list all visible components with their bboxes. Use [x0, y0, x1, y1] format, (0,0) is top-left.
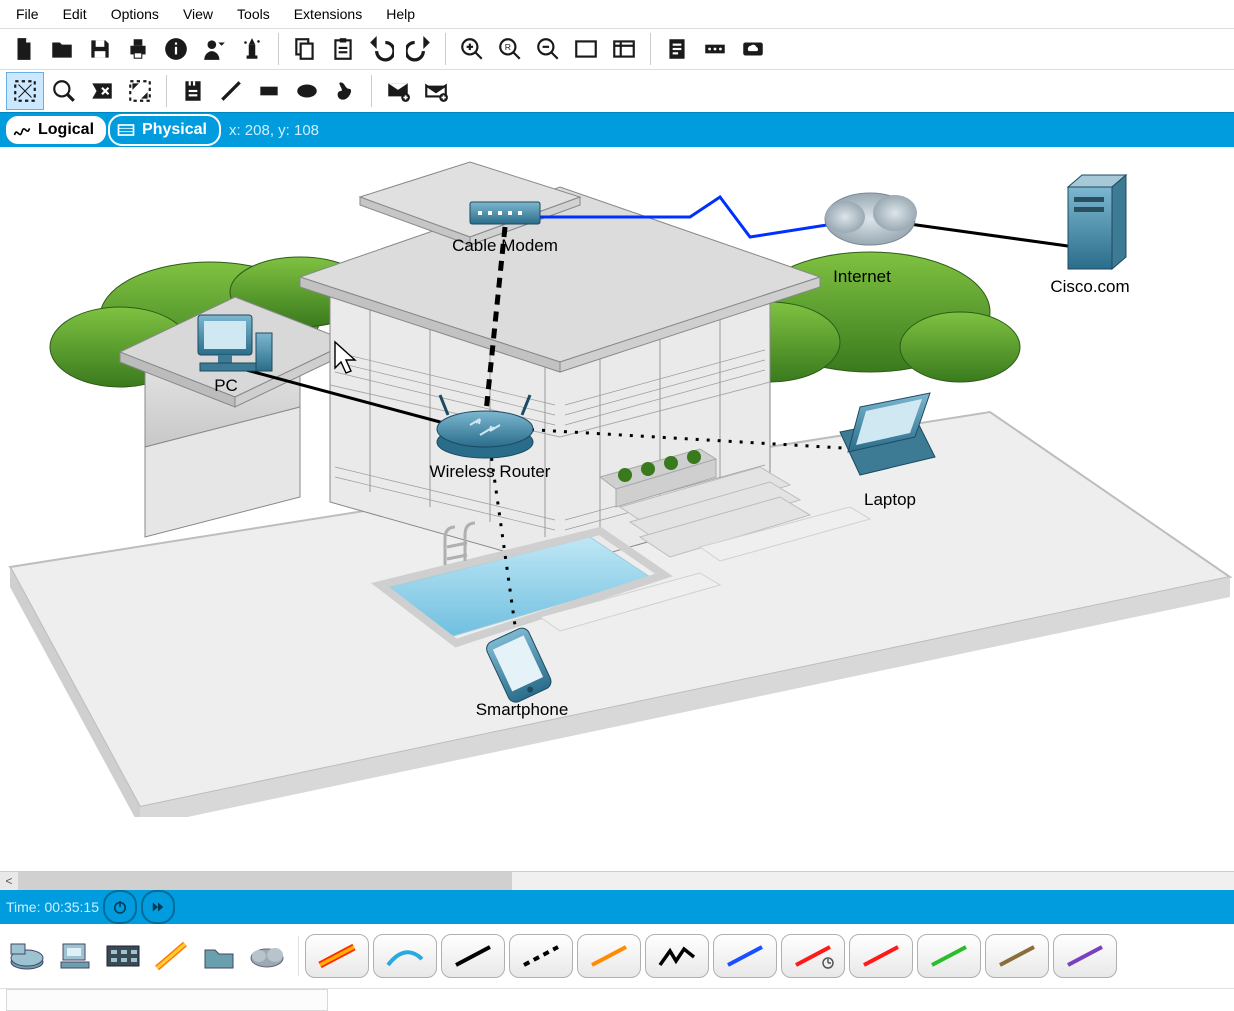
- menu-options[interactable]: Options: [101, 4, 169, 24]
- label-pc: PC: [214, 376, 238, 395]
- connection-copper-crossover[interactable]: [509, 934, 573, 978]
- connection-fiber[interactable]: [577, 934, 641, 978]
- menu-help[interactable]: Help: [376, 4, 425, 24]
- main-toolbar: R: [0, 28, 1234, 69]
- save-button[interactable]: [82, 31, 118, 67]
- draw-line-button[interactable]: [213, 73, 249, 109]
- device-palette: [0, 924, 1234, 988]
- physical-label: Physical: [142, 121, 207, 139]
- logical-view-tab[interactable]: Logical: [4, 114, 108, 146]
- zoom-reset-button[interactable]: R: [492, 31, 528, 67]
- connection-serial-dce[interactable]: [781, 934, 845, 978]
- secondary-toolbar: [0, 69, 1234, 112]
- menu-view[interactable]: View: [173, 4, 223, 24]
- time-label: Time:: [6, 899, 40, 915]
- category-misc[interactable]: [244, 936, 290, 976]
- label-laptop: Laptop: [864, 490, 916, 509]
- activity-info-button[interactable]: [158, 31, 194, 67]
- draw-freeform-button[interactable]: [327, 73, 363, 109]
- inspect-tool-button[interactable]: [46, 73, 82, 109]
- menu-bar: File Edit Options View Tools Extensions …: [0, 0, 1234, 28]
- topology-svg: Cable Modem Internet Cisco.com PC Wi: [0, 147, 1234, 817]
- connection-iot-custom[interactable]: [985, 934, 1049, 978]
- category-name-box: [6, 989, 328, 1011]
- view-bar: Logical Physical x: 208, y: 108: [0, 112, 1234, 147]
- notes-button[interactable]: [659, 31, 695, 67]
- logical-label: Logical: [38, 121, 94, 139]
- resize-tool-button[interactable]: [122, 73, 158, 109]
- paste-button[interactable]: [325, 31, 361, 67]
- menu-edit[interactable]: Edit: [53, 4, 97, 24]
- activity-wizard-button[interactable]: [234, 31, 270, 67]
- device-internet[interactable]: [825, 193, 917, 245]
- view-window-button[interactable]: [568, 31, 604, 67]
- new-file-button[interactable]: [6, 31, 42, 67]
- category-end-devices[interactable]: [52, 936, 98, 976]
- select-tool-button[interactable]: [6, 72, 44, 110]
- redo-button[interactable]: [401, 31, 437, 67]
- connection-types: [305, 934, 1230, 978]
- menu-file[interactable]: File: [6, 4, 49, 24]
- copy-button[interactable]: [287, 31, 323, 67]
- separator: [278, 33, 279, 65]
- separator: [445, 33, 446, 65]
- scroll-thumb[interactable]: [18, 872, 512, 890]
- category-network-devices[interactable]: [4, 936, 50, 976]
- label-wireless-router: Wireless Router: [430, 462, 551, 481]
- separator: [371, 75, 372, 107]
- scroll-left-arrow[interactable]: <: [0, 872, 19, 890]
- connection-usb[interactable]: [1053, 934, 1117, 978]
- label-smartphone: Smartphone: [476, 700, 569, 719]
- device-cisco-server[interactable]: [1068, 175, 1126, 269]
- physical-view-tab[interactable]: Physical: [108, 114, 221, 146]
- connection-serial-dte[interactable]: [849, 934, 913, 978]
- separator: [650, 33, 651, 65]
- connection-octal[interactable]: [917, 934, 981, 978]
- connection-copper-straight[interactable]: [441, 934, 505, 978]
- user-profile-button[interactable]: [196, 31, 232, 67]
- print-button[interactable]: [120, 31, 156, 67]
- undo-button[interactable]: [363, 31, 399, 67]
- zoom-out-button[interactable]: [530, 31, 566, 67]
- place-note-button[interactable]: [175, 73, 211, 109]
- view-structured-button[interactable]: [606, 31, 642, 67]
- connection-phone[interactable]: [645, 934, 709, 978]
- connection-coaxial[interactable]: [713, 934, 777, 978]
- add-simple-pdu-button[interactable]: [380, 73, 416, 109]
- logical-icon: [12, 120, 32, 140]
- time-bar: Time: 00:35:15: [0, 890, 1234, 924]
- time-value: 00:35:15: [44, 899, 99, 915]
- coordinates-readout: x: 208, y: 108: [229, 122, 319, 139]
- label-cisco: Cisco.com: [1050, 277, 1129, 296]
- open-button[interactable]: [44, 31, 80, 67]
- label-internet: Internet: [833, 267, 891, 286]
- category-components[interactable]: [100, 936, 146, 976]
- cloud-button[interactable]: [735, 31, 771, 67]
- connection-automatic[interactable]: [305, 934, 369, 978]
- device-cable-modem[interactable]: [470, 202, 540, 224]
- separator: [166, 75, 167, 107]
- connection-console[interactable]: [373, 934, 437, 978]
- menu-tools[interactable]: Tools: [227, 4, 280, 24]
- svg-text:R: R: [505, 42, 511, 52]
- draw-rect-button[interactable]: [251, 73, 287, 109]
- label-cable-modem: Cable Modem: [452, 236, 558, 255]
- device-categories: [4, 936, 299, 976]
- delete-tool-button[interactable]: [84, 73, 120, 109]
- zoom-in-button[interactable]: [454, 31, 490, 67]
- power-cycle-button[interactable]: [103, 890, 137, 924]
- add-complex-pdu-button[interactable]: [418, 73, 454, 109]
- network-controller-button[interactable]: [697, 31, 733, 67]
- fast-forward-button[interactable]: [141, 890, 175, 924]
- horizontal-scrollbar[interactable]: <: [0, 871, 1234, 890]
- draw-ellipse-button[interactable]: [289, 73, 325, 109]
- menu-extensions[interactable]: Extensions: [284, 4, 372, 24]
- category-multiuser[interactable]: [196, 936, 242, 976]
- workspace-canvas[interactable]: Cable Modem Internet Cisco.com PC Wi: [0, 147, 1234, 871]
- physical-icon: [116, 120, 136, 140]
- category-connections[interactable]: [148, 936, 194, 976]
